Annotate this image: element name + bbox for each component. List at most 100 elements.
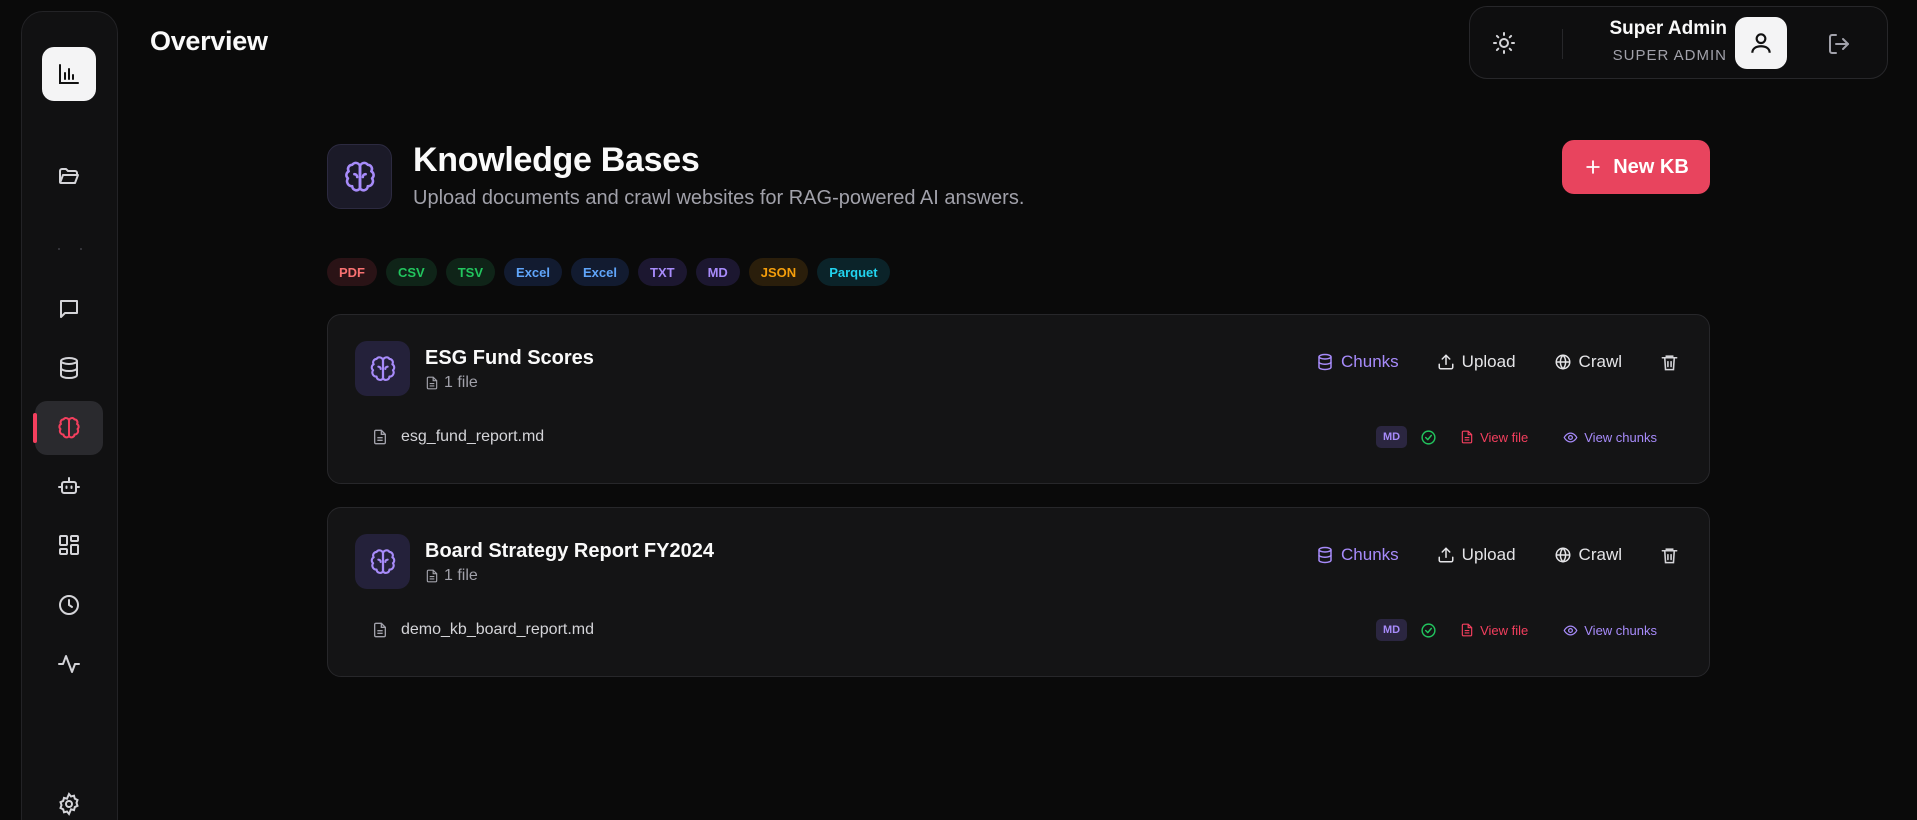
file-icon (1461, 623, 1473, 637)
trash-icon (1661, 547, 1678, 563)
sidebar-item-agents[interactable] (35, 459, 103, 513)
file-row: esg_fund_report.md MD View file View chu… (372, 423, 1657, 451)
format-chip: PDF (327, 258, 377, 286)
logout-icon[interactable] (1824, 29, 1854, 59)
file-type-badge: MD (1375, 619, 1408, 641)
view-file-label: View file (1480, 622, 1529, 638)
crawl-button[interactable]: Crawl (1554, 545, 1622, 565)
crawl-label: Crawl (1578, 352, 1622, 371)
brain-icon (58, 417, 80, 439)
clock-icon (59, 595, 79, 615)
view-file-link[interactable]: View file (1460, 430, 1528, 445)
folder-open-icon (59, 168, 79, 184)
user-name: Super Admin (1609, 18, 1727, 39)
upload-label: Upload (1461, 545, 1516, 564)
sidebar-item-data[interactable] (35, 341, 103, 395)
format-chip: CSV (386, 258, 437, 286)
upload-label: Upload (1461, 352, 1516, 371)
crawl-button[interactable]: Crawl (1554, 352, 1622, 372)
globe-icon (1555, 354, 1571, 370)
bot-icon (58, 477, 80, 494)
kb-name: Board Strategy Report FY2024 (425, 540, 714, 562)
view-file-label: View file (1480, 429, 1529, 445)
avatar[interactable] (1735, 17, 1787, 69)
view-chunks-link[interactable]: View chunks (1563, 623, 1657, 638)
kb-card: Board Strategy Report FY2024 1 file Chun… (327, 507, 1710, 677)
plus-icon (1586, 160, 1600, 174)
crawl-label: Crawl (1578, 545, 1622, 564)
file-row: demo_kb_board_report.md MD View file Vie… (372, 616, 1657, 644)
file-icon (1461, 430, 1473, 444)
message-square-icon (60, 300, 78, 318)
format-chip: JSON (748, 258, 809, 286)
trash-icon (1661, 354, 1678, 370)
chunks-label: Chunks (1341, 352, 1399, 371)
database-icon (60, 357, 78, 380)
delete-kb-button[interactable] (1660, 353, 1679, 372)
kb-card: ESG Fund Scores 1 file Chunks Upload Cra… (327, 314, 1710, 484)
format-chip: Parquet (817, 258, 890, 286)
format-chip: TXT (638, 258, 687, 286)
divider (1562, 29, 1563, 59)
file-name: esg_fund_report.md (401, 428, 545, 445)
file-text-icon (374, 429, 386, 445)
upload-button[interactable]: Upload (1437, 352, 1516, 372)
brain-icon (327, 144, 392, 209)
new-kb-label: New KB (1613, 155, 1689, 178)
view-chunks-link[interactable]: View chunks (1563, 430, 1657, 445)
view-chunks-label: View chunks (1584, 622, 1657, 638)
sidebar-item-activity[interactable] (35, 637, 103, 691)
file-actions: MD View file View chunks (1375, 619, 1657, 641)
sidebar-item-dashboards[interactable] (35, 518, 103, 572)
chunks-button[interactable]: Chunks (1316, 352, 1399, 372)
user-role: SUPER ADMIN (1612, 47, 1727, 64)
brain-icon (355, 341, 410, 396)
view-file-link[interactable]: View file (1460, 623, 1528, 638)
kb-actions: Chunks Upload Crawl (1316, 545, 1679, 565)
layout-grid-icon (59, 535, 79, 555)
delete-kb-button[interactable] (1660, 546, 1679, 565)
sidebar-item-history[interactable] (35, 578, 103, 632)
file-icon (426, 376, 438, 390)
file-type-badge: MD (1375, 426, 1408, 448)
kb-file-count-label: 1 file (444, 567, 478, 584)
kb-name: ESG Fund Scores (425, 347, 594, 369)
format-chips: PDF CSV TSV Excel Excel TXT MD JSON Parq… (327, 258, 890, 286)
view-chunks-label: View chunks (1584, 429, 1657, 445)
format-chip: Excel (571, 258, 629, 286)
globe-icon (1555, 547, 1571, 563)
settings-icon (59, 792, 79, 816)
check-circle-icon (1421, 429, 1436, 445)
eye-icon (1563, 431, 1578, 443)
file-text-icon (374, 622, 386, 638)
file-icon (426, 569, 438, 583)
brain-icon (355, 534, 410, 589)
upload-icon (1438, 354, 1454, 370)
bar-chart-icon[interactable] (42, 47, 96, 101)
kb-file-count-label: 1 file (444, 374, 478, 391)
kb-file-count: 1 file (425, 374, 478, 392)
new-kb-button[interactable]: New KB (1562, 140, 1710, 194)
format-chip: Excel (504, 258, 563, 286)
user-icon (1751, 33, 1771, 53)
kb-file-count: 1 file (425, 567, 478, 585)
eye-icon (1563, 624, 1578, 636)
database-icon (1318, 546, 1332, 564)
sidebar (21, 11, 118, 820)
sidebar-item-chat[interactable] (35, 282, 103, 336)
sidebar-item-files[interactable] (35, 149, 103, 203)
chunks-button[interactable]: Chunks (1316, 545, 1399, 565)
database-icon (1318, 353, 1332, 371)
sun-icon[interactable] (1490, 29, 1518, 57)
format-chip: MD (695, 258, 740, 286)
chunks-label: Chunks (1341, 545, 1399, 564)
sidebar-item-settings[interactable] (35, 777, 103, 820)
format-chip: TSV (445, 258, 496, 286)
file-actions: MD View file View chunks (1375, 426, 1657, 448)
upload-button[interactable]: Upload (1437, 545, 1516, 565)
sidebar-item-knowledge-bases[interactable] (33, 401, 103, 455)
activity-icon (58, 655, 80, 673)
kb-actions: Chunks Upload Crawl (1316, 352, 1679, 372)
sidebar-divider (58, 248, 82, 250)
section-title: Knowledge Bases (413, 141, 700, 179)
